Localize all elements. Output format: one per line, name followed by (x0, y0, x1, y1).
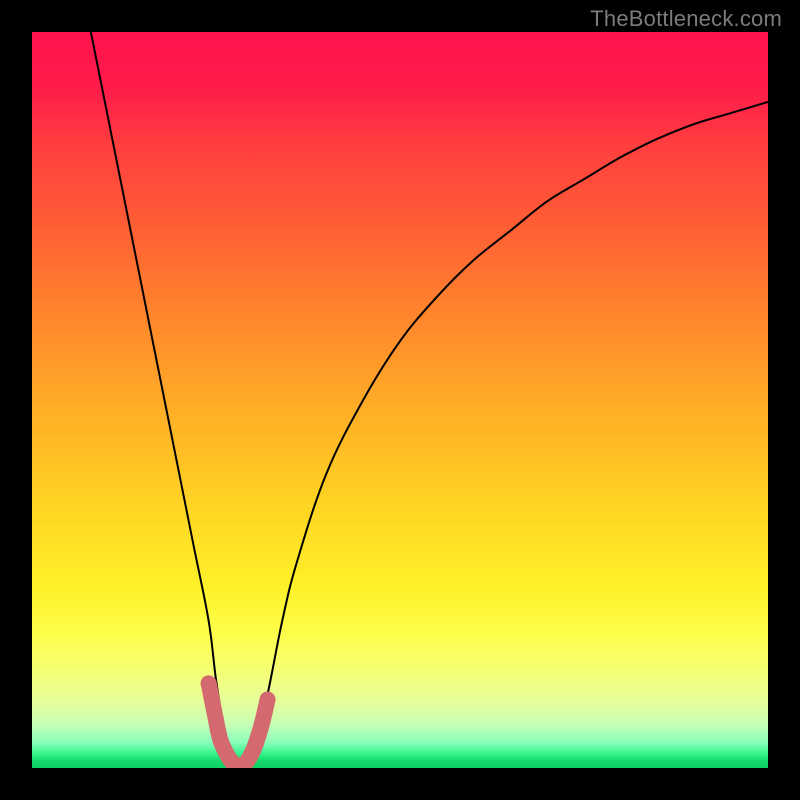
highlight-dot (204, 694, 220, 710)
plot-area (32, 32, 768, 768)
highlight-dot (257, 705, 273, 721)
chart-frame: TheBottleneck.com (0, 0, 800, 800)
bottleneck-curve (91, 32, 768, 768)
highlight-dot (260, 692, 276, 708)
curve-layer (32, 32, 768, 768)
highlight-dot (201, 675, 217, 691)
watermark-text: TheBottleneck.com (590, 6, 782, 32)
